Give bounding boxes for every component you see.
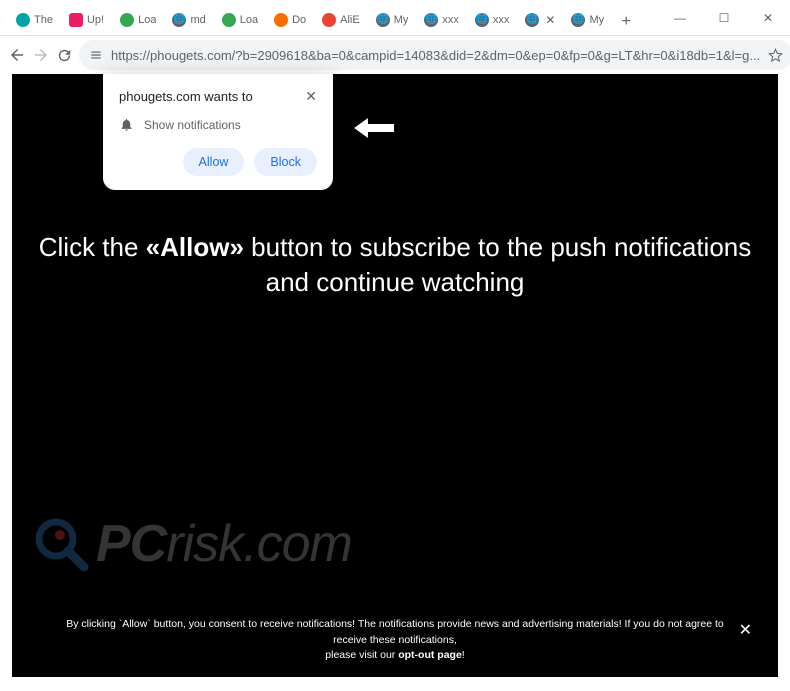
tab-title: xxx (493, 14, 510, 26)
permission-label: Show notifications (144, 118, 241, 132)
globe-icon: 🌐 (525, 13, 539, 27)
tab-favicon (16, 13, 30, 27)
tab-strip: The Up! Loa 🌐 md Loa Do AliE 🌐 My 🌐 xxx 🌐 xx… (0, 0, 658, 36)
bookmark-icon[interactable] (768, 48, 783, 63)
tab-favicon (274, 13, 288, 27)
browser-tab[interactable]: 🌐 md (164, 4, 213, 36)
tab-title: xxx (442, 14, 459, 26)
notification-permission-popup: phougets.com wants to ✕ Show notificatio… (103, 74, 333, 190)
close-window-button[interactable]: ✕ (746, 0, 790, 36)
tab-favicon (222, 13, 236, 27)
address-bar[interactable]: https://phougets.com/?b=2909618&ba=0&cam… (79, 40, 790, 70)
url-text: https://phougets.com/?b=2909618&ba=0&cam… (111, 48, 760, 63)
tab-title: My (589, 14, 604, 26)
tab-favicon (69, 13, 83, 27)
globe-icon: 🌐 (475, 13, 489, 27)
tab-title: Loa (138, 14, 156, 26)
browser-tab-active[interactable]: 🌐✕ (517, 4, 563, 36)
banner-close-icon[interactable]: ✕ (739, 619, 752, 642)
headline-text: Click the (39, 232, 146, 262)
pcrisk-watermark: PCrisk.com (32, 514, 352, 574)
minimize-button[interactable]: — (658, 0, 702, 36)
watermark-text: PCrisk.com (96, 514, 352, 574)
headline-bold: «Allow» (146, 232, 244, 262)
globe-icon: 🌐 (424, 13, 438, 27)
permission-buttons: Allow Block (119, 148, 317, 176)
forward-button[interactable] (32, 41, 50, 69)
browser-tab[interactable]: 🌐 xxx (467, 4, 518, 36)
browser-tab[interactable]: Loa (214, 4, 266, 36)
browser-tab[interactable]: Loa (112, 4, 164, 36)
tab-favicon (120, 13, 134, 27)
bell-icon (119, 117, 134, 132)
close-icon[interactable]: ✕ (545, 13, 555, 27)
browser-tab[interactable]: Do (266, 4, 314, 36)
permission-origin: phougets.com wants to (119, 89, 253, 104)
globe-icon: 🌐 (571, 13, 585, 27)
wm-pc: PC (96, 515, 166, 573)
headline-text: button to subscribe to the push notifica… (244, 232, 751, 297)
browser-tab[interactable]: The (8, 4, 61, 36)
tab-title: AliE (340, 14, 360, 26)
tab-favicon (322, 13, 336, 27)
new-tab-button[interactable]: + (612, 8, 640, 36)
tab-title: Do (292, 14, 306, 26)
allow-button[interactable]: Allow (183, 148, 245, 176)
window-controls: — ☐ ✕ (658, 0, 790, 36)
back-button[interactable] (8, 41, 26, 69)
browser-toolbar: https://phougets.com/?b=2909618&ba=0&cam… (0, 36, 790, 74)
consent-banner: By clicking `Allow` button, you consent … (24, 609, 766, 671)
tab-title: Up! (87, 14, 104, 26)
wm-rest: risk.com (166, 515, 352, 573)
banner-text: ! (462, 649, 465, 661)
tab-title: The (34, 14, 53, 26)
page-headline: Click the «Allow» button to subscribe to… (12, 230, 778, 300)
globe-icon: 🌐 (172, 13, 186, 27)
browser-tab[interactable]: AliE (314, 4, 368, 36)
tab-title: Loa (240, 14, 258, 26)
reload-button[interactable] (56, 41, 73, 69)
maximize-button[interactable]: ☐ (702, 0, 746, 36)
opt-out-link[interactable]: opt-out page (398, 649, 462, 661)
tab-title: My (394, 14, 409, 26)
banner-text: please visit our (325, 649, 398, 661)
browser-tab[interactable]: 🌐 My (368, 4, 417, 36)
banner-text: By clicking `Allow` button, you consent … (66, 618, 724, 645)
arrow-annotation-icon (352, 116, 396, 140)
watermark-logo-icon (32, 515, 90, 573)
permission-item: Show notifications (119, 117, 317, 132)
block-button[interactable]: Block (254, 148, 317, 176)
globe-icon: 🌐 (376, 13, 390, 27)
browser-tab[interactable]: 🌐 My (563, 4, 612, 36)
permission-close-icon[interactable]: ✕ (305, 88, 317, 105)
browser-tab[interactable]: 🌐 xxx (416, 4, 467, 36)
tab-title: md (190, 14, 205, 26)
site-settings-icon[interactable] (89, 48, 103, 62)
browser-titlebar: The Up! Loa 🌐 md Loa Do AliE 🌐 My 🌐 xxx 🌐 xx… (0, 0, 790, 36)
permission-title: phougets.com wants to ✕ (119, 88, 317, 105)
browser-tab[interactable]: Up! (61, 4, 112, 36)
